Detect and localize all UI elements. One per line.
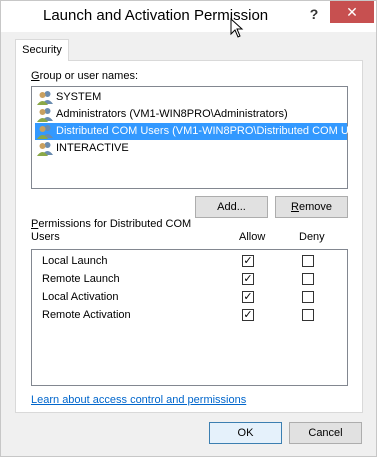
remove-button[interactable]: Remove <box>275 196 348 218</box>
group-or-user-names-label: Group or user names: <box>31 70 138 83</box>
cancel-button[interactable]: Cancel <box>289 422 362 444</box>
ok-button-label: OK <box>237 427 254 439</box>
permission-row-remote-launch: Remote Launch ✓ <box>32 271 347 289</box>
tab-security[interactable]: Security <box>15 39 69 61</box>
deny-checkbox[interactable] <box>302 255 314 267</box>
deny-checkbox[interactable] <box>302 309 314 321</box>
dialog-window: Launch and Activation Permission ? ✕ Sec… <box>0 0 377 457</box>
permission-name: Local Activation <box>42 291 119 303</box>
permissions-header: Permissions for Distributed COM Users <box>31 218 191 244</box>
allow-checkbox[interactable]: ✓ <box>242 255 254 267</box>
users-icon <box>37 142 53 156</box>
deny-checkbox[interactable] <box>302 273 314 285</box>
permission-row-local-activation: Local Activation ✓ <box>32 289 347 307</box>
allow-checkbox[interactable]: ✓ <box>242 273 254 285</box>
users-listbox[interactable]: SYSTEM Administrators (VM1-WIN8PRO\Admin… <box>31 86 358 189</box>
user-name: Distributed COM Users (VM1-WIN8PRO\Distr… <box>56 125 358 137</box>
ok-button[interactable]: OK <box>209 422 282 444</box>
users-icon <box>37 91 53 105</box>
permission-row-local-launch: Local Launch ✓ <box>32 253 347 271</box>
user-row-system[interactable]: SYSTEM <box>35 89 347 106</box>
permissions-header-line1: ermissions for Distributed COM <box>38 218 192 230</box>
permission-name: Remote Activation <box>42 309 131 321</box>
permissions-list: Local Launch ✓ Remote Launch ✓ Local Act… <box>31 249 348 386</box>
user-name: Administrators (VM1-WIN8PRO\Administrato… <box>56 108 288 120</box>
allow-column-header: Allow <box>239 231 266 243</box>
allow-checkbox[interactable]: ✓ <box>242 291 254 303</box>
permission-row-remote-activation: Remote Activation ✓ <box>32 307 347 325</box>
access-control-help-link[interactable]: Learn about access control and permissio… <box>31 394 246 406</box>
users-icon <box>37 108 53 122</box>
help-button[interactable]: ? <box>301 3 327 25</box>
remove-button-label: emove <box>298 201 332 213</box>
security-panel: Group or user names: SYSTEM Administrato… <box>15 60 363 413</box>
permission-name: Remote Launch <box>42 273 120 285</box>
add-button[interactable]: Add... <box>195 196 268 218</box>
permissions-header-line2: Users <box>31 231 60 243</box>
add-button-label: Add... <box>217 201 246 213</box>
mouse-cursor-icon <box>230 18 244 38</box>
group-label-mnemonic: G <box>31 70 40 82</box>
user-name: SYSTEM <box>56 91 102 103</box>
deny-checkbox[interactable] <box>302 291 314 303</box>
user-row-distributed-com-users[interactable]: Distributed COM Users (VM1-WIN8PRO\Distr… <box>35 123 358 140</box>
permission-name: Local Launch <box>42 255 108 267</box>
user-row-administrators[interactable]: Administrators (VM1-WIN8PRO\Administrato… <box>35 106 347 123</box>
close-button[interactable]: ✕ <box>330 1 374 23</box>
allow-checkbox[interactable]: ✓ <box>242 309 254 321</box>
cancel-button-label: Cancel <box>308 427 343 439</box>
user-row-interactive[interactable]: INTERACTIVE <box>35 140 347 157</box>
deny-column-header: Deny <box>299 231 325 243</box>
group-label-rest: roup or user names: <box>39 70 138 82</box>
title-bar[interactable]: Launch and Activation Permission ? ✕ <box>1 1 376 38</box>
close-icon: ✕ <box>346 4 358 20</box>
user-name: INTERACTIVE <box>56 142 129 154</box>
remove-button-mnemonic: R <box>291 201 299 213</box>
users-icon <box>37 125 53 139</box>
